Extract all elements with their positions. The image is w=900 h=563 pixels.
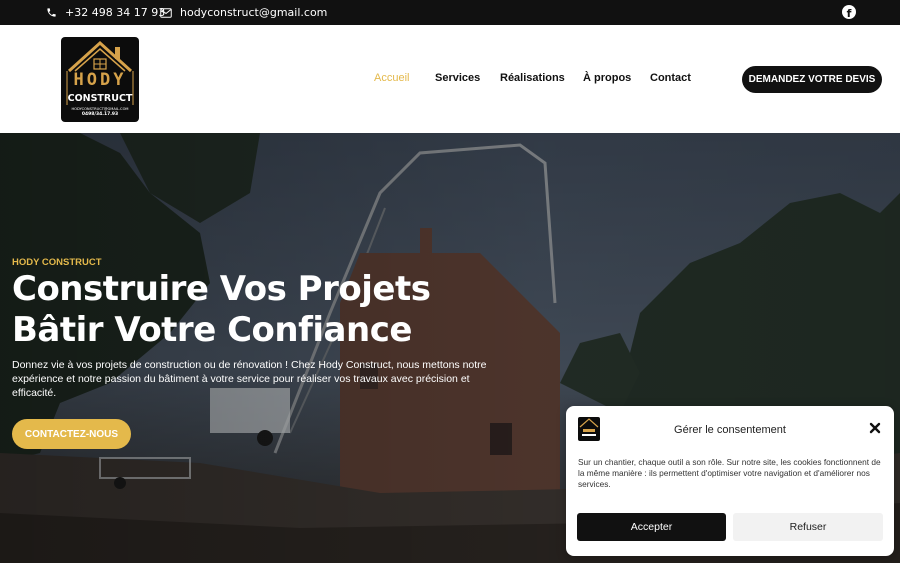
logo-text-construct: CONSTRUCT bbox=[67, 93, 133, 104]
topbar-email[interactable]: hodyconstruct@gmail.com bbox=[160, 0, 327, 25]
logo-text-hody: HODY bbox=[73, 70, 127, 90]
phone-number[interactable]: +32 498 34 17 93 bbox=[65, 6, 165, 19]
hero-eyebrow: HODY CONSTRUCT bbox=[12, 257, 102, 268]
refuse-button[interactable]: Refuser bbox=[733, 513, 883, 541]
consent-text: Sur un chantier, chaque outil a son rôle… bbox=[578, 457, 881, 489]
envelope-icon bbox=[160, 7, 172, 18]
nav-item-realisations[interactable]: Réalisations bbox=[500, 72, 565, 84]
nav-item-contact[interactable]: Contact bbox=[650, 72, 691, 84]
hero-title-line-1: Construire Vos Projets bbox=[12, 269, 431, 309]
close-icon[interactable] bbox=[869, 422, 881, 434]
request-quote-button[interactable]: DEMANDEZ VOTRE DEVIS bbox=[742, 66, 882, 93]
logo-phone: 0498/34.17.93 bbox=[81, 112, 119, 117]
email-address[interactable]: hodyconstruct@gmail.com bbox=[180, 6, 327, 19]
logo-email: HODYCONSTRUCT@GMAIL.COM bbox=[71, 107, 129, 111]
hero-description: Donnez vie à vos projets de construction… bbox=[12, 359, 487, 399]
accept-button[interactable]: Accepter bbox=[577, 513, 726, 541]
nav-item-a-propos[interactable]: À propos bbox=[583, 72, 631, 84]
site-logo[interactable]: HODY CONSTRUCT HODYCONSTRUCT@GMAIL.COM 0… bbox=[61, 37, 139, 122]
hero-title-line-2: Bâtir Votre Confiance bbox=[12, 310, 412, 350]
contact-us-button[interactable]: CONTACTEZ-NOUS bbox=[12, 419, 131, 449]
nav-item-accueil[interactable]: Accueil bbox=[374, 72, 409, 84]
cookie-consent-dialog: Gérer le consentement Sur un chantier, c… bbox=[566, 406, 894, 556]
site-header: HODY CONSTRUCT HODYCONSTRUCT@GMAIL.COM 0… bbox=[0, 25, 900, 133]
top-bar: +32 498 34 17 93 hodyconstruct@gmail.com… bbox=[0, 0, 900, 25]
facebook-icon[interactable]: f bbox=[842, 5, 856, 19]
topbar-phone[interactable]: +32 498 34 17 93 bbox=[46, 0, 165, 25]
consent-title: Gérer le consentement bbox=[674, 424, 786, 436]
phone-icon bbox=[47, 8, 56, 17]
hero-title: Construire Vos Projets Bâtir Votre Confi… bbox=[12, 269, 431, 351]
nav-item-services[interactable]: Services bbox=[435, 72, 480, 84]
